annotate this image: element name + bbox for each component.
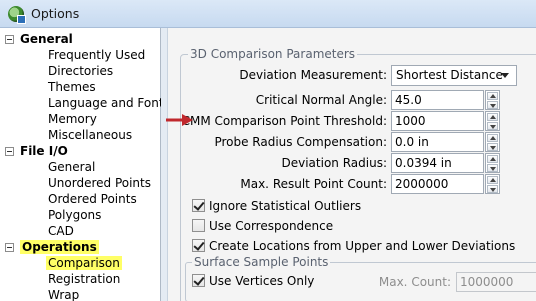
max-result-input[interactable]: 2000000: [391, 174, 484, 194]
arrow-head: [182, 114, 193, 126]
checkbox-label: Ignore Statistical Outliers: [209, 199, 362, 213]
window-title: Options: [31, 6, 80, 21]
max-result-spinner[interactable]: [485, 174, 500, 194]
tree-group-file-io[interactable]: File I/O: [5, 143, 68, 159]
spin-down-icon[interactable]: [487, 185, 498, 193]
deviation-measurement-select[interactable]: Shortest Distance: [391, 65, 517, 86]
tree-item-miscellaneous[interactable]: Miscellaneous: [48, 127, 132, 143]
tree-item-general[interactable]: General: [48, 159, 95, 175]
deviation-radius-spinner[interactable]: [485, 153, 500, 173]
probe-radius-label: Probe Radius Compensation:: [214, 135, 387, 149]
tree-item-wrap[interactable]: Wrap: [48, 287, 79, 301]
max-count-input[interactable]: 1000000: [456, 272, 536, 292]
create-locations-checkbox[interactable]: Create Locations from Upper and Lower De…: [192, 238, 515, 254]
tree-item-frequently-used[interactable]: Frequently Used: [48, 47, 145, 63]
tree-item-cad[interactable]: CAD: [48, 223, 74, 239]
critical-normal-angle-label: Critical Normal Angle:: [255, 93, 387, 107]
spin-up-icon[interactable]: [487, 134, 498, 142]
tree-item-language-fonts[interactable]: Language and Fonts: [48, 95, 170, 111]
tree-item-themes[interactable]: Themes: [48, 79, 96, 95]
spin-up-icon[interactable]: [487, 113, 498, 121]
spin-down-icon[interactable]: [487, 122, 498, 130]
spin-down-icon[interactable]: [487, 164, 498, 172]
checkbox-label: Create Locations from Upper and Lower De…: [209, 239, 516, 253]
tree-item-unordered-points[interactable]: Unordered Points: [48, 175, 151, 191]
checkbox-icon[interactable]: [192, 219, 205, 232]
cmm-threshold-spinner[interactable]: [485, 111, 500, 131]
critical-normal-angle-input[interactable]: 45.0: [391, 90, 484, 110]
title-bar: Options: [0, 0, 536, 28]
tree-item-directories[interactable]: Directories: [48, 63, 113, 79]
spin-up-icon[interactable]: [487, 92, 498, 100]
max-count-label: Max. Count:: [378, 275, 451, 289]
pane-splitter[interactable]: [161, 28, 168, 301]
tree-item-polygons[interactable]: Polygons: [48, 207, 101, 223]
surface-sample-group: Surface Sample Points Use Vertices Only …: [185, 255, 536, 301]
checkbox-label: Use Correspondence: [209, 219, 334, 233]
spin-down-icon[interactable]: [487, 143, 498, 151]
collapse-icon[interactable]: [5, 147, 14, 156]
tree-group-general[interactable]: General: [5, 31, 73, 47]
tree-group-operations[interactable]: Operations: [5, 239, 99, 255]
collapse-icon[interactable]: [5, 243, 14, 252]
annotation-arrow-icon: [166, 114, 193, 126]
ignore-outliers-checkbox[interactable]: Ignore Statistical Outliers: [192, 198, 361, 214]
checkmark-icon[interactable]: [192, 199, 205, 212]
settings-panel: 3D Comparison Parameters Deviation Measu…: [168, 28, 536, 301]
tree-item-ordered-points[interactable]: Ordered Points: [48, 191, 137, 207]
comparison-parameters-group: 3D Comparison Parameters Deviation Measu…: [180, 47, 536, 301]
tree-item-memory[interactable]: Memory: [48, 111, 97, 127]
options-tree: General Frequently Used Directories Them…: [0, 28, 170, 301]
group-title: 3D Comparison Parameters: [188, 47, 358, 61]
probe-radius-input[interactable]: 0.0 in: [391, 132, 484, 152]
cmm-threshold-input[interactable]: 1000: [391, 111, 484, 131]
tree-item-comparison[interactable]: Comparison: [46, 255, 122, 271]
tree-item-label: Comparison: [46, 256, 122, 270]
max-result-label: Max. Result Point Count:: [240, 177, 387, 191]
deviation-radius-label: Deviation Radius:: [281, 156, 388, 170]
tree-group-label: Operations: [20, 240, 99, 254]
tree-group-label: General: [20, 32, 73, 46]
cmm-threshold-label: CMM Comparison Point Threshold:: [181, 114, 387, 128]
critical-normal-angle-spinner[interactable]: [485, 90, 500, 110]
tree-group-label: File I/O: [20, 144, 68, 158]
deviation-measurement-label: Deviation Measurement:: [239, 68, 387, 82]
spin-up-icon[interactable]: [487, 155, 498, 163]
spin-down-icon[interactable]: [487, 101, 498, 109]
app-icon: [8, 6, 26, 24]
chevron-down-icon: [501, 73, 509, 78]
tree-item-registration[interactable]: Registration: [48, 271, 120, 287]
deviation-radius-input[interactable]: 0.0394 in: [391, 153, 484, 173]
select-value: Shortest Distance: [396, 68, 503, 82]
probe-radius-spinner[interactable]: [485, 132, 500, 152]
use-correspondence-checkbox[interactable]: Use Correspondence: [192, 218, 333, 234]
surface-sample-title: Surface Sample Points: [192, 255, 331, 269]
collapse-icon[interactable]: [5, 35, 14, 44]
spin-up-icon[interactable]: [487, 176, 498, 184]
checkmark-icon[interactable]: [192, 239, 205, 252]
